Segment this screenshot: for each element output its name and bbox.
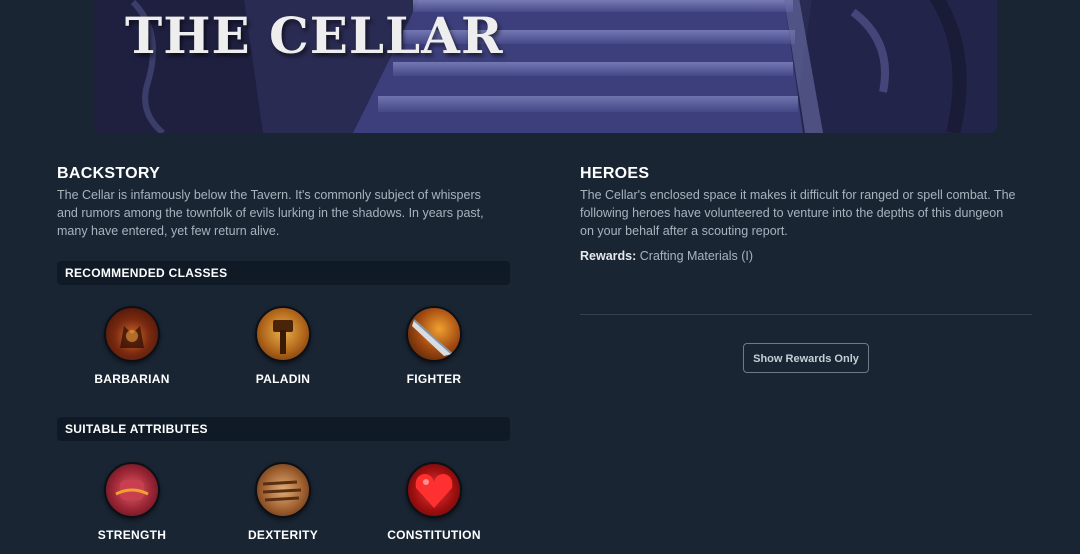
dexterity-icon [255,462,311,518]
attribute-label: STRENGTH [97,528,167,542]
heroes-heading: HEROES [580,165,650,182]
class-label: PALADIN [255,372,311,386]
backstory-line: many have entered, yet few return alive. [57,224,280,238]
barbarian-icon [104,306,160,362]
strength-icon [104,462,160,518]
paladin-icon [255,306,311,362]
heroes-line: on your behalf after a scouting report. [580,224,788,238]
attribute-constitution[interactable]: CONSTITUTION [379,462,489,542]
attribute-dexterity[interactable]: DEXTERITY [228,462,338,542]
class-paladin[interactable]: PALADIN [228,306,338,386]
constitution-icon [406,462,462,518]
class-barbarian[interactable]: BARBARIAN [77,306,187,386]
attribute-strength[interactable]: STRENGTH [77,462,187,542]
heroes-line: The Cellar's enclosed space it makes it … [580,188,1016,202]
fighter-icon [406,306,462,362]
class-fighter[interactable]: FIGHTER [379,306,489,386]
attribute-label: CONSTITUTION [387,528,481,542]
divider [580,314,1032,315]
rewards-value: Crafting Materials (I) [639,249,753,263]
rewards-label: Rewards: [580,249,637,263]
backstory-text: The Cellar is infamously below the Taver… [57,186,517,240]
rewards-info: Rewards: Crafting Materials (I) [580,249,753,263]
show-rewards-only-button[interactable]: Show Rewards Only [743,343,869,373]
class-label: BARBARIAN [94,372,170,386]
recommended-classes-header: RECOMMENDED CLASSES [57,261,510,285]
dungeon-banner: THE CELLAR [93,0,997,133]
backstory-line: The Cellar is infamously below the Taver… [57,188,481,202]
heroes-text: The Cellar's enclosed space it makes it … [580,186,1050,240]
attribute-label: DEXTERITY [247,528,319,542]
class-label: FIGHTER [406,372,462,386]
backstory-line: and rumors among the townfolk of evils l… [57,206,484,220]
dungeon-title: THE CELLAR [125,6,504,65]
suitable-attributes-header: SUITABLE ATTRIBUTES [57,417,510,441]
backstory-heading: BACKSTORY [57,165,161,182]
heroes-line: following heroes have volunteered to ven… [580,206,1004,220]
